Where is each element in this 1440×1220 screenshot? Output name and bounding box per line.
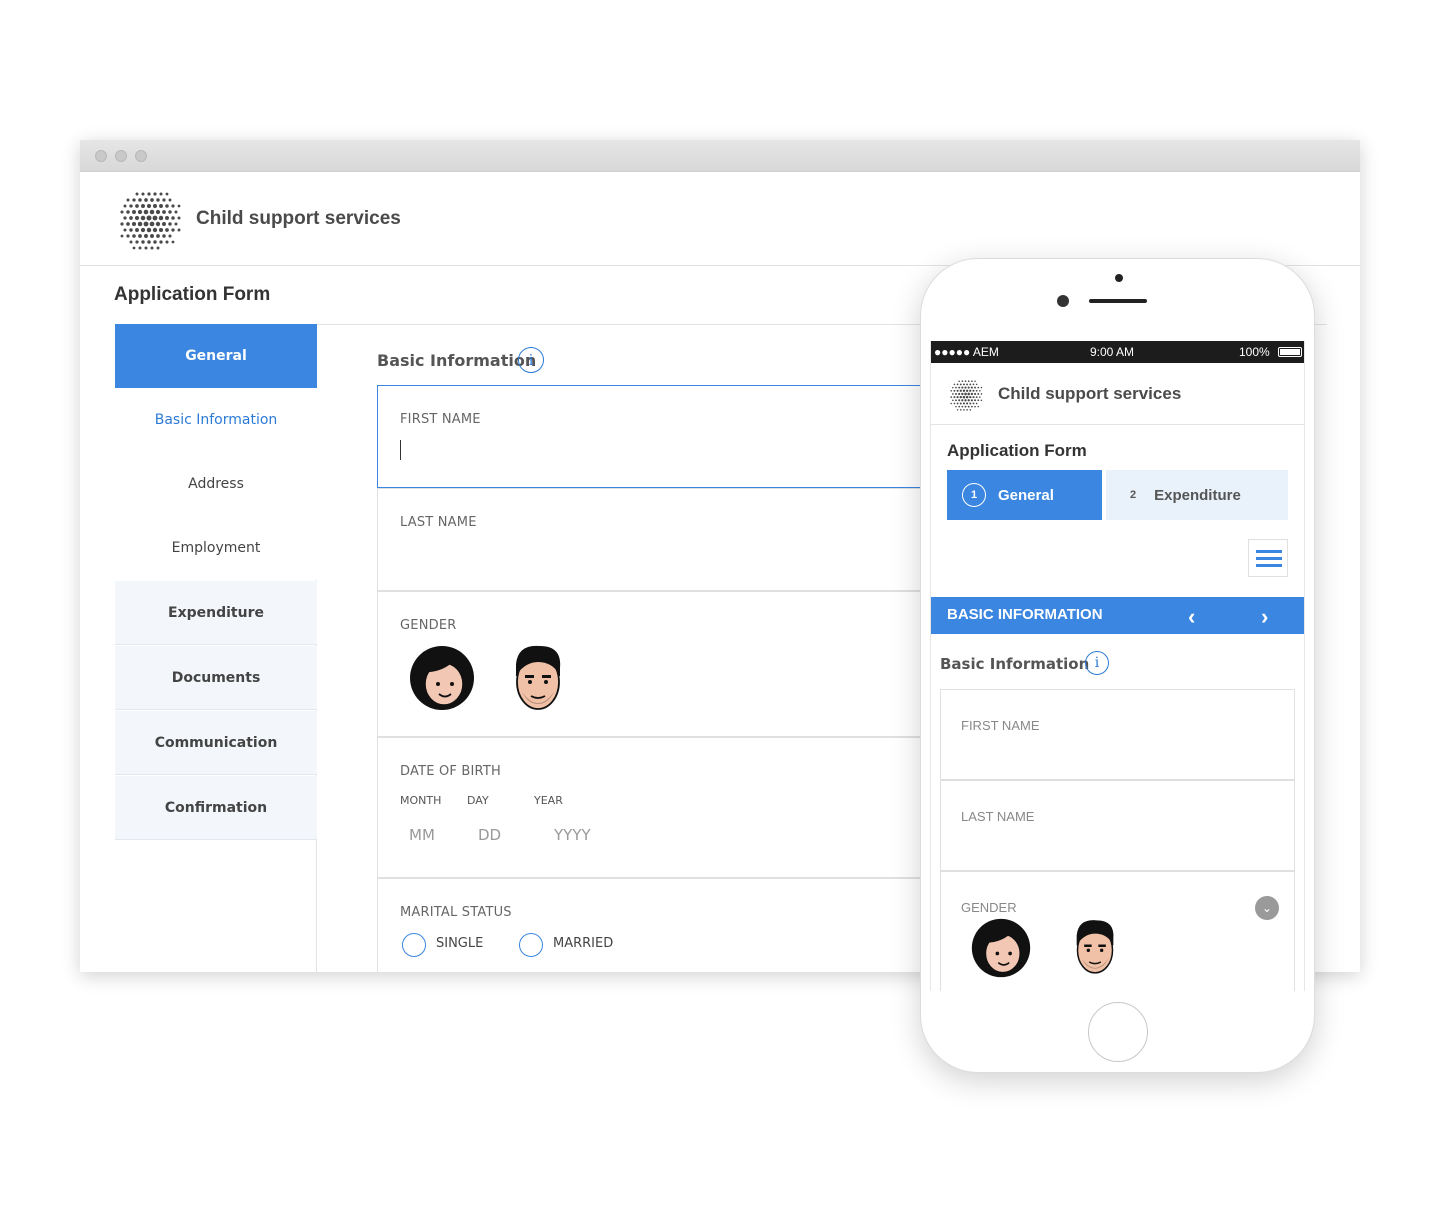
first-name-label: FIRST NAME [961, 718, 1040, 733]
mobile-app-title: Child support services [998, 384, 1182, 403]
window-zoom-dot[interactable] [135, 150, 147, 162]
sidebar-item-communication[interactable]: Communication [115, 711, 317, 775]
chevron-left-icon[interactable]: ‹ [1188, 604, 1195, 630]
chevron-right-icon[interactable]: › [1261, 604, 1268, 630]
sidebar-nav: General Basic Information Address Employ… [115, 324, 317, 972]
marital-status-field: MARITAL STATUS SINGLE MARRIED [377, 878, 937, 972]
status-bar: ●●●●● AEM 9:00 AM 100% [931, 341, 1304, 363]
mobile-screen: ●●●●● AEM 9:00 AM 100% Child support ser… [930, 341, 1305, 991]
sidebar-item-general[interactable]: General [115, 324, 317, 388]
date-of-birth-field: DATE OF BIRTH MONTH DAY YEAR MM DD YYYY [377, 737, 937, 878]
single-radio-label: SINGLE [436, 936, 484, 951]
dob-day-label: DAY [467, 794, 489, 807]
first-name-label: FIRST NAME [400, 412, 481, 427]
clock-text: 9:00 AM [1090, 345, 1135, 359]
phone-camera [1057, 295, 1069, 307]
dob-month-label: MONTH [400, 794, 442, 807]
mobile-form-title: Application Form [947, 441, 1087, 460]
menu-icon[interactable] [1248, 539, 1288, 577]
window-minimize-dot[interactable] [115, 150, 127, 162]
tab-step-number: 2 [1130, 489, 1137, 501]
marital-status-label: MARITAL STATUS [400, 905, 512, 920]
app-title: Child support services [196, 208, 401, 229]
form-title: Application Form [114, 284, 271, 305]
sidebar-item-expenditure[interactable]: Expenditure [115, 581, 317, 645]
married-radio[interactable] [519, 933, 543, 957]
text-caret [400, 440, 401, 460]
battery-text: 100% [1239, 345, 1270, 359]
tab-label: Expenditure [1154, 486, 1241, 504]
window-close-dot[interactable] [95, 150, 107, 162]
married-radio-label: MARRIED [553, 936, 614, 951]
tab-label: General [998, 486, 1054, 504]
battery-icon [1278, 347, 1302, 357]
sidebar-item-basic-information[interactable]: Basic Information [115, 388, 317, 452]
last-name-label: LAST NAME [961, 809, 1035, 824]
section-nav-bar: BASIC INFORMATION ‹ › [931, 597, 1304, 634]
sidebar-item-documents[interactable]: Documents [115, 646, 317, 710]
tab-step-number: 1 [962, 483, 986, 507]
last-name-label: LAST NAME [400, 515, 477, 530]
mobile-first-name-field[interactable]: FIRST NAME [940, 689, 1295, 780]
last-name-field[interactable]: LAST NAME [377, 488, 937, 591]
sidebar-item-employment[interactable]: Employment [115, 516, 317, 580]
phone-sensor [1115, 274, 1123, 282]
mobile-phone-frame: ●●●●● AEM 9:00 AM 100% Child support ser… [920, 258, 1315, 1073]
male-avatar-icon[interactable] [1070, 916, 1120, 978]
dob-day-input[interactable]: DD [478, 826, 501, 844]
section-heading: Basic Information [377, 351, 537, 370]
section-bar-title: BASIC INFORMATION [947, 606, 1103, 623]
info-icon[interactable]: i [1085, 651, 1109, 675]
tab-expenditure[interactable]: 2 Expenditure [1106, 470, 1288, 520]
logo-dots-icon [120, 192, 181, 250]
gender-label: GENDER [961, 900, 1017, 915]
male-avatar-icon[interactable] [508, 642, 568, 714]
gender-field: GENDER [377, 591, 937, 737]
phone-speaker [1089, 299, 1147, 303]
home-button[interactable] [1088, 1002, 1148, 1062]
logo-dots-icon [950, 380, 983, 411]
gender-label: GENDER [400, 618, 457, 633]
mobile-last-name-field[interactable]: LAST NAME [940, 780, 1295, 871]
female-avatar-icon[interactable] [970, 917, 1032, 979]
dob-label: DATE OF BIRTH [400, 764, 501, 779]
dob-month-input[interactable]: MM [409, 826, 435, 844]
mobile-gender-field: GENDER ⌄ [940, 871, 1295, 991]
browser-title-bar [80, 140, 1360, 172]
app-header: Child support services [80, 172, 1360, 266]
female-avatar-icon[interactable] [408, 644, 476, 712]
tab-general[interactable]: 1 General [947, 470, 1102, 520]
single-radio[interactable] [402, 933, 426, 957]
sidebar-item-address[interactable]: Address [115, 452, 317, 516]
dob-year-input[interactable]: YYYY [554, 826, 591, 844]
info-icon[interactable]: i [518, 347, 544, 373]
sidebar-item-confirmation[interactable]: Confirmation [115, 776, 317, 840]
mobile-section-heading: Basic Information [940, 655, 1090, 673]
dob-year-label: YEAR [534, 794, 563, 807]
first-name-field[interactable]: FIRST NAME [377, 385, 937, 488]
mobile-app-header: Child support services [931, 363, 1304, 425]
chevron-down-icon[interactable]: ⌄ [1255, 896, 1279, 920]
carrier-text: ●●●●● AEM [934, 345, 999, 359]
